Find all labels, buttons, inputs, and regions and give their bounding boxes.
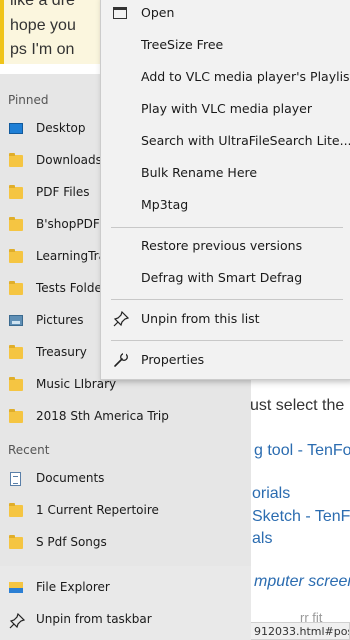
wrench-icon (113, 352, 129, 368)
folder-icon (9, 535, 23, 549)
menu-item-label: Properties (141, 352, 205, 367)
background-link[interactable]: mputer screen (254, 573, 350, 591)
background-text-line: hope you (10, 17, 76, 34)
folder-icon (9, 185, 23, 199)
item-label: File Explorer (36, 580, 110, 594)
menu-item-mp3tag[interactable]: Mp3tag (101, 191, 350, 219)
menu-item-properties[interactable]: Properties (101, 346, 350, 374)
menu-item-label: Bulk Rename Here (141, 165, 258, 180)
menu-item-bulk-rename[interactable]: Bulk Rename Here (101, 159, 350, 187)
folder-icon (9, 409, 23, 423)
menu-separator (111, 340, 343, 341)
menu-item-label: Defrag with Smart Defrag (141, 270, 303, 285)
recent-item-s-pdf-songs[interactable]: S Pdf Songs (0, 528, 251, 558)
background-link[interactable]: als (252, 530, 272, 548)
background-link[interactable]: Sketch - TenFo (252, 508, 350, 526)
menu-item-label: Mp3tag (141, 197, 189, 212)
item-label: Pictures (36, 313, 84, 327)
item-label: Tests Folder (36, 281, 107, 295)
menu-item-open[interactable]: Open (101, 0, 350, 27)
background-text-line: ust select the (250, 397, 345, 414)
menu-item-label: Restore previous versions (141, 238, 303, 253)
menu-separator (111, 227, 343, 228)
pictures-icon (9, 315, 23, 326)
item-label: 2018 Sth America Trip (36, 409, 169, 423)
menu-item-defrag-smart-defrag[interactable]: Defrag with Smart Defrag (101, 264, 350, 292)
background-link[interactable]: g tool - TenFo (254, 442, 350, 460)
menu-item-restore-previous-versions[interactable]: Restore previous versions (101, 232, 350, 260)
item-label: S Pdf Songs (36, 535, 107, 549)
background-link[interactable]: orials (252, 485, 290, 503)
task-file-explorer[interactable]: File Explorer (0, 573, 251, 603)
status-bar-url: 912033.html#post (250, 622, 350, 640)
item-label: B'shopPDFs (36, 217, 106, 231)
unpin-icon (9, 612, 26, 629)
desktop-icon (9, 123, 23, 134)
open-window-icon (113, 7, 127, 19)
folder-icon (9, 217, 23, 231)
pinned-item-sth-america-trip[interactable]: 2018 Sth America Trip (0, 402, 251, 432)
folder-icon (9, 503, 23, 517)
menu-item-add-to-vlc-playlist[interactable]: Add to VLC media player's Playlist (101, 63, 350, 91)
folder-icon (9, 377, 23, 391)
menu-item-label: Open (141, 5, 175, 20)
menu-item-play-with-vlc[interactable]: Play with VLC media player (101, 95, 350, 123)
task-unpin-from-taskbar[interactable]: Unpin from taskbar (0, 605, 251, 635)
menu-item-unpin-from-list[interactable]: Unpin from this list (101, 305, 350, 333)
menu-item-label: Add to VLC media player's Playlist (141, 69, 350, 84)
item-label: Treasury (36, 345, 87, 359)
folder-icon (9, 281, 23, 295)
folder-icon (9, 153, 23, 167)
item-label: Desktop (36, 121, 86, 135)
background-text-line: ps I'm on (10, 41, 75, 58)
item-label: Unpin from taskbar (36, 612, 152, 626)
pinned-header: Pinned (8, 93, 49, 107)
menu-item-label: Unpin from this list (141, 311, 260, 326)
menu-item-label: Search with UltraFileSearch Lite... (141, 133, 350, 148)
unpin-icon (113, 310, 130, 327)
menu-item-label: Play with VLC media player (141, 101, 312, 116)
context-menu: Open TreeSize Free Add to VLC media play… (100, 0, 350, 380)
recent-item-current-repertoire[interactable]: 1 Current Repertoire (0, 496, 251, 526)
item-label: PDF Files (36, 185, 90, 199)
recent-header: Recent (8, 443, 50, 457)
menu-item-treesize-free[interactable]: TreeSize Free (101, 31, 350, 59)
background-text-line: like a dre (10, 0, 75, 9)
item-label: Downloads (36, 153, 102, 167)
item-label: 1 Current Repertoire (36, 503, 159, 517)
folder-icon (9, 249, 23, 263)
file-explorer-icon (9, 582, 23, 593)
item-label: Documents (36, 471, 105, 485)
menu-item-search-ultrafilesearch[interactable]: Search with UltraFileSearch Lite... (101, 127, 350, 155)
document-icon (10, 472, 21, 486)
menu-separator (111, 299, 343, 300)
menu-item-label: TreeSize Free (141, 37, 224, 52)
recent-item-documents[interactable]: Documents (0, 464, 251, 494)
folder-icon (9, 345, 23, 359)
jump-list-tasks: File Explorer Unpin from taskbar (0, 566, 251, 640)
